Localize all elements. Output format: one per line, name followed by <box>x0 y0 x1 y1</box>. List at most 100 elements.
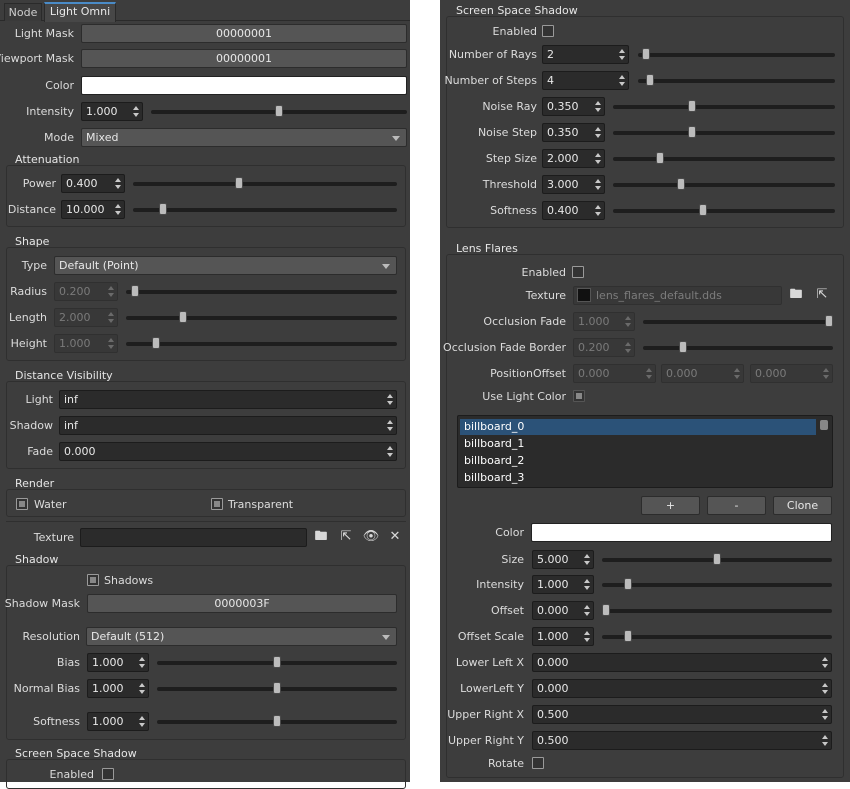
rotate-checkbox[interactable] <box>532 757 544 769</box>
bias-slider[interactable] <box>157 656 397 668</box>
slider-handle[interactable] <box>602 604 610 616</box>
occlusion-fade-border-slider[interactable] <box>643 341 833 353</box>
lens-enabled-checkbox[interactable] <box>572 266 584 278</box>
bias-spinbox[interactable]: 1.000 <box>87 653 149 672</box>
slider-handle[interactable] <box>825 315 833 327</box>
spin-arrows-icon[interactable] <box>138 681 146 696</box>
slider-handle[interactable] <box>656 152 664 164</box>
slider-handle[interactable] <box>275 105 283 117</box>
slider-handle[interactable] <box>679 341 687 353</box>
threshold-spinbox[interactable]: 3.000 <box>542 175 605 194</box>
spin-arrows-icon[interactable] <box>618 47 626 62</box>
height-slider[interactable] <box>126 337 397 349</box>
slider-handle[interactable] <box>159 203 167 215</box>
pick-icon[interactable]: ⇱ <box>337 529 355 545</box>
occlusion-fade-spinbox[interactable]: 1.000 <box>573 312 635 331</box>
intensity-slider[interactable] <box>151 105 407 117</box>
use-light-color-checkbox[interactable] <box>573 390 585 402</box>
offset-scale-spinbox[interactable]: 1.000 <box>532 627 594 646</box>
spin-arrows-icon[interactable] <box>821 707 829 722</box>
texture-field[interactable] <box>80 528 307 547</box>
power-spinbox[interactable]: 0.400 <box>61 174 125 193</box>
steps-spinbox[interactable]: 4 <box>542 71 629 90</box>
lens-intensity-slider[interactable] <box>602 578 832 590</box>
shadow-softness-spinbox[interactable]: 1.000 <box>87 712 149 731</box>
shadows-checkbox[interactable] <box>87 574 99 586</box>
close-icon[interactable]: ✕ <box>386 529 404 545</box>
spin-arrows-icon[interactable] <box>594 125 602 140</box>
spin-arrows-icon[interactable] <box>821 681 829 696</box>
slider-handle[interactable] <box>713 553 721 565</box>
lower-left-x-input[interactable]: 0.000 <box>532 653 832 672</box>
steps-slider[interactable] <box>638 74 835 86</box>
shadow-softness-slider[interactable] <box>157 715 397 727</box>
slider-handle[interactable] <box>179 311 187 323</box>
spin-arrows-icon[interactable] <box>583 552 591 567</box>
billboard-item[interactable]: billboard_0 <box>464 420 524 434</box>
spin-arrows-icon[interactable] <box>624 340 632 355</box>
folder-icon[interactable]: 🖿 <box>312 529 330 545</box>
slider-handle[interactable] <box>624 578 632 590</box>
upper-right-x-input[interactable]: 0.500 <box>532 705 832 724</box>
sss-enabled-checkbox[interactable] <box>542 25 554 37</box>
lens-intensity-spinbox[interactable]: 1.000 <box>532 575 594 594</box>
visibility-light-input[interactable]: inf <box>59 390 397 409</box>
spin-arrows-icon[interactable] <box>594 99 602 114</box>
visibility-fade-input[interactable]: 0.000 <box>59 442 397 461</box>
spin-arrows-icon[interactable] <box>138 655 146 670</box>
step-size-spinbox[interactable]: 2.000 <box>542 149 605 168</box>
shape-type-select[interactable]: Default (Point) <box>54 256 397 275</box>
viewport-mask-button[interactable]: 00000001 <box>81 49 407 68</box>
rays-slider[interactable] <box>638 48 835 60</box>
spin-arrows-icon[interactable] <box>386 418 394 433</box>
billboard-list[interactable]: billboard_0 billboard_1 billboard_2 bill… <box>457 415 833 488</box>
position-offset-z[interactable]: 0.000 <box>750 364 833 383</box>
mode-select[interactable]: Mixed <box>81 128 407 147</box>
size-slider[interactable] <box>602 553 832 565</box>
clone-billboard-button[interactable]: Clone <box>773 496 832 515</box>
occlusion-fade-border-spinbox[interactable]: 0.200 <box>573 338 635 357</box>
color-swatch[interactable] <box>81 76 407 95</box>
noise-step-spinbox[interactable]: 0.350 <box>542 123 605 142</box>
spin-arrows-icon[interactable] <box>618 73 626 88</box>
remove-billboard-button[interactable]: - <box>707 496 766 515</box>
spin-arrows-icon[interactable] <box>583 577 591 592</box>
occlusion-fade-slider[interactable] <box>643 315 833 327</box>
step-size-slider[interactable] <box>613 152 835 164</box>
eye-icon[interactable]: 👁 <box>362 529 380 545</box>
spin-arrows-icon[interactable] <box>733 366 741 381</box>
slider-handle[interactable] <box>646 74 654 86</box>
position-offset-y[interactable]: 0.000 <box>661 364 744 383</box>
slider-handle[interactable] <box>131 285 139 297</box>
list-scrollbar-handle[interactable] <box>820 420 828 430</box>
size-spinbox[interactable]: 5.000 <box>532 550 594 569</box>
shadow-mask-button[interactable]: 0000003F <box>87 594 397 613</box>
position-offset-x[interactable]: 0.000 <box>573 364 656 383</box>
spin-arrows-icon[interactable] <box>114 176 122 191</box>
radius-slider[interactable] <box>126 285 397 297</box>
lens-color-swatch[interactable] <box>531 523 832 542</box>
slider-handle[interactable] <box>273 656 281 668</box>
spin-arrows-icon[interactable] <box>107 310 115 325</box>
noise-ray-spinbox[interactable]: 0.350 <box>542 97 605 116</box>
spin-arrows-icon[interactable] <box>386 444 394 459</box>
slider-handle[interactable] <box>677 178 685 190</box>
distance-spinbox[interactable]: 10.000 <box>61 200 125 219</box>
slider-handle[interactable] <box>273 682 281 694</box>
add-billboard-button[interactable]: + <box>641 496 700 515</box>
upper-right-y-input[interactable]: 0.500 <box>532 731 832 750</box>
spin-arrows-icon[interactable] <box>114 202 122 217</box>
tab-node[interactable]: Node <box>4 3 42 21</box>
spin-arrows-icon[interactable] <box>132 104 140 119</box>
radius-spinbox[interactable]: 0.200 <box>54 282 118 301</box>
spin-arrows-icon[interactable] <box>821 733 829 748</box>
rays-spinbox[interactable]: 2 <box>542 45 629 64</box>
spin-arrows-icon[interactable] <box>645 366 653 381</box>
lower-left-y-input[interactable]: 0.000 <box>532 679 832 698</box>
billboard-item[interactable]: billboard_2 <box>464 454 524 468</box>
power-slider[interactable] <box>133 177 397 189</box>
slider-handle[interactable] <box>688 126 696 138</box>
spin-arrows-icon[interactable] <box>624 314 632 329</box>
normal-bias-slider[interactable] <box>157 682 397 694</box>
length-slider[interactable] <box>126 311 397 323</box>
